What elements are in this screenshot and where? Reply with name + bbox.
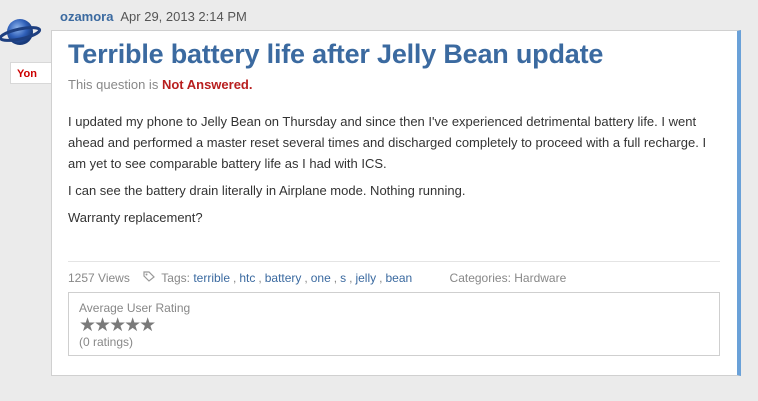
author-link[interactable]: ozamora: [60, 9, 113, 24]
tag-link[interactable]: jelly: [355, 271, 376, 285]
body-paragraph: Warranty replacement?: [68, 210, 203, 225]
tags-label: Tags:: [161, 271, 190, 285]
planet-icon: [0, 19, 42, 45]
question-card: Terrible battery life after Jelly Bean u…: [51, 30, 741, 376]
footer-divider: [68, 261, 720, 262]
question-footer: 1257 Views Tags: terrible, htc, battery, on…: [68, 271, 567, 285]
tag-link[interactable]: bean: [385, 271, 412, 285]
tag-link[interactable]: htc: [239, 271, 255, 285]
question-title: Terrible battery life after Jelly Bean u…: [68, 39, 604, 69]
rating-count: (0 ratings): [79, 335, 134, 349]
rank-badge: Yon: [10, 62, 52, 84]
rank-badge-text: Yon: [17, 68, 37, 80]
question-status: This question is Not Answered.: [68, 77, 252, 92]
question-body: I updated my phone to Jelly Bean on Thur…: [68, 111, 724, 234]
rating-label: Average User Rating: [79, 301, 191, 315]
tag-link[interactable]: terrible: [193, 271, 230, 285]
tag-link[interactable]: one: [311, 271, 331, 285]
status-value: Not Answered.: [161, 77, 253, 92]
body-paragraph: I can see the battery drain literally in…: [68, 183, 466, 198]
post-meta: ozamora Apr 29, 2013 2:14 PM: [60, 9, 247, 24]
avatar[interactable]: [0, 12, 42, 52]
rating-stars[interactable]: ★★★★★: [79, 316, 709, 335]
view-count: 1257 Views: [68, 271, 130, 285]
tag-link[interactable]: battery: [265, 271, 302, 285]
tag-link[interactable]: s: [340, 271, 346, 285]
rating-box: Average User Rating ★★★★★ (0 ratings): [68, 292, 720, 356]
post-date: Apr 29, 2013 2:14 PM: [120, 9, 247, 24]
status-prefix: This question is: [68, 77, 159, 92]
categories: Categories: Hardware: [449, 271, 567, 285]
body-paragraph: I updated my phone to Jelly Bean on Thur…: [68, 114, 707, 171]
tag-icon: [143, 271, 156, 285]
